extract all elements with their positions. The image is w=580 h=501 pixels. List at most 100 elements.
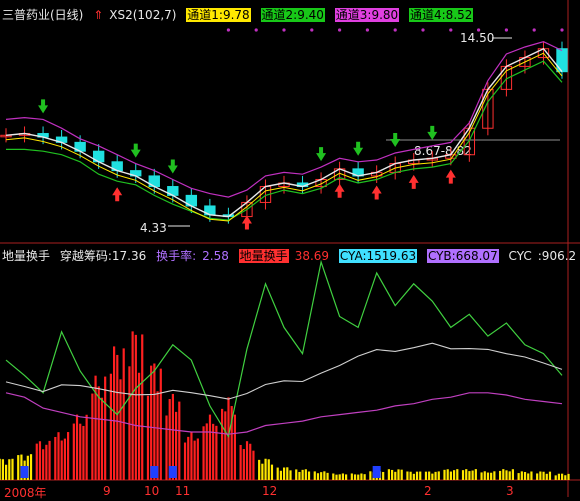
volume-bar [511,469,514,480]
signal-dot [365,28,369,32]
signal-dot [226,28,230,32]
volume-bar [283,467,286,480]
volume-bar [75,414,79,480]
volume-bar [249,443,252,480]
volume-bar [17,455,20,480]
volume-bar [295,469,298,480]
volume-bar [493,471,496,480]
volume-bar [468,471,471,480]
volume-bar [453,470,456,480]
volume-bar [233,414,236,480]
volume-bar [267,459,270,480]
volume-bar [42,449,45,480]
volume-bar [227,397,230,480]
volume-bar [128,366,131,480]
volume-bar [270,464,274,480]
volume-bar [449,471,452,480]
volume-bar [564,475,567,480]
volume-bar [387,469,390,480]
high-annotation: 14.50 [460,31,494,45]
volume-bar [400,469,403,480]
buy-arrow-icon [445,169,456,184]
volume-bar [131,331,134,480]
signal-dot [393,28,397,32]
lower-channel-line [6,60,563,221]
volume-bar [394,471,397,480]
volume-bar [428,471,431,480]
volume-bar [187,436,190,480]
chart-root: 三普药业(日线) ⇑ XS2(102,7) 通道1:9.78 通道2:9.40 通… [0,0,580,500]
volume-bar [320,472,323,480]
volume-bar [409,471,412,480]
volume-bar [323,471,326,480]
x-tick-4: 2 [424,484,432,498]
volume-bar [554,475,557,480]
volume-bar [252,450,255,480]
upper-channel-line [5,41,563,198]
volume-bar [341,473,344,480]
volume-bar [190,432,193,480]
volume-bar [382,471,385,480]
oscillator-purple-line [5,392,563,435]
volume-bar [165,415,168,480]
volume-bar [335,474,338,480]
volume-bar [35,443,38,480]
volume-bar [239,444,242,480]
volume-marker [372,466,381,478]
chart-canvas: 14.50 8.67-8.82 4.33 [0,0,580,497]
sell-arrow-icon [353,141,364,156]
signal-dot [421,28,425,32]
low-annotation: 4.33 [140,221,167,235]
volume-bar [8,459,11,480]
volume-bar [431,473,434,480]
volume-bar [350,473,353,480]
volume-bar [415,471,419,480]
volume-bar [313,471,316,480]
volume-bar [545,473,548,480]
sell-arrow-icon [427,125,438,140]
volume-bar [150,365,153,480]
volume-bar [338,474,341,480]
upper-panel [0,41,568,224]
sell-arrow-icon [167,159,178,174]
volume-bar [490,472,493,480]
x-tick-3: 12 [262,484,278,498]
buy-arrow-icon [241,215,252,230]
buy-arrow-icon [408,174,419,189]
oscillator-white-line [5,342,563,400]
volume-bar [0,458,1,480]
volume-bar [353,474,357,480]
volume-bar [97,386,100,480]
volume-bar [561,473,564,480]
volume-bar [60,440,63,480]
volume-bar [307,471,311,480]
volume-bar [289,470,292,480]
volume-bar [245,441,249,480]
volume-bar [539,471,542,480]
buy-arrow-icon [112,187,123,202]
volume-bar [38,441,42,480]
signal-dot [310,28,314,32]
volume-bar [104,376,107,480]
volume-bar [45,444,48,480]
volume-bar [178,401,181,480]
volume-bar [557,473,560,480]
volume-bar [505,470,508,480]
volume-bar [527,473,530,480]
sell-arrow-icon [316,147,327,162]
volume-bar [437,471,440,480]
volume-bar [286,467,289,480]
volume-bar [483,471,486,480]
volume-bar [221,408,224,480]
volume-bar [530,471,533,480]
volume-bar [316,473,320,480]
volume-marker [150,466,159,478]
signal-dot [532,28,536,32]
signal-dot [254,28,258,32]
signal-marks [38,28,564,230]
volume-bar [57,432,60,480]
volume-bar [202,426,205,480]
volume-bar [523,471,527,480]
volume-bar [520,471,523,480]
volume-bar [5,464,8,480]
